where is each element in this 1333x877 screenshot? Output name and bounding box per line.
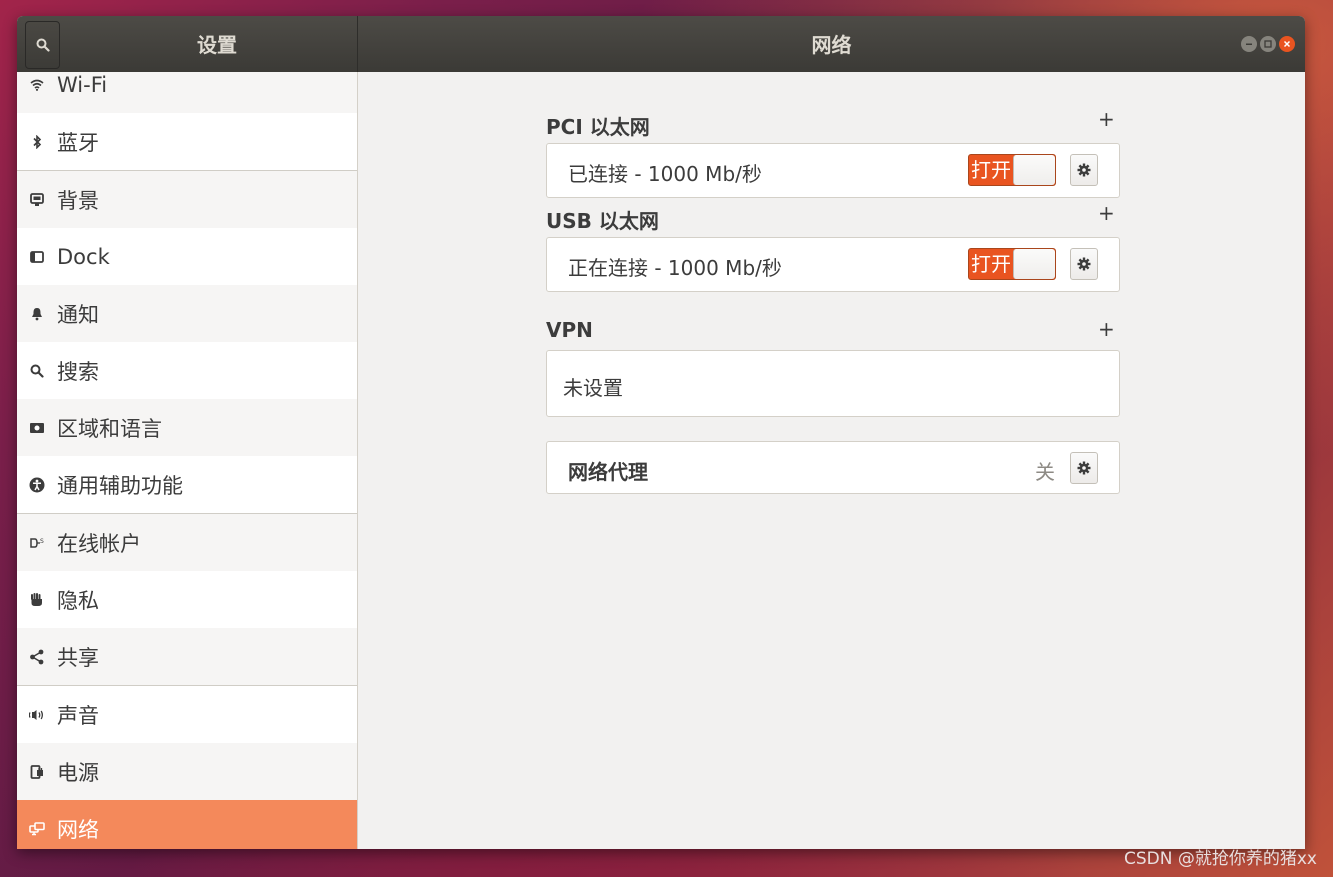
sidebar-item-label: Dock xyxy=(57,244,110,269)
gear-icon xyxy=(1077,257,1091,271)
sidebar-item-label: 搜索 xyxy=(57,359,99,384)
accessibility-icon xyxy=(17,477,57,493)
sidebar: Wi-Fi 蓝牙 背景 Dock 通知 搜索 区域和语言 通用辅助功能 S 在线… xyxy=(17,72,358,849)
pci-settings-button[interactable] xyxy=(1070,154,1098,186)
switch-on-label: 打开 xyxy=(971,252,1011,276)
add-pci-connection-button[interactable]: + xyxy=(1098,109,1115,129)
sidebar-item-background[interactable]: 背景 xyxy=(17,171,357,228)
gear-icon xyxy=(1077,163,1091,177)
sidebar-item-search[interactable]: 搜索 xyxy=(17,342,357,399)
sidebar-item-label: 共享 xyxy=(57,645,99,670)
switch-knob xyxy=(1013,249,1055,279)
title-bar-left: 设置 xyxy=(17,16,358,72)
vpn-title: VPN xyxy=(546,318,593,342)
sidebar-item-label: 蓝牙 xyxy=(57,130,99,155)
network-icon xyxy=(17,821,57,836)
sidebar-item-label: Wi-Fi xyxy=(57,72,108,97)
sidebar-item-power[interactable]: 电源 xyxy=(17,743,357,800)
close-button[interactable] xyxy=(1279,36,1295,52)
settings-window: 设置 网络 Wi-Fi 蓝牙 背景 Dock 通知 搜索 区域和语言 通用辅助功… xyxy=(17,16,1305,849)
sidebar-item-sharing[interactable]: 共享 xyxy=(17,628,357,685)
sidebar-item-label: 声音 xyxy=(57,703,99,728)
region-language-icon xyxy=(17,422,57,434)
pci-ethernet-title: PCI 以太网 xyxy=(546,115,650,139)
sidebar-item-online-accounts[interactable]: S 在线帐户 xyxy=(17,514,357,571)
privacy-hand-icon xyxy=(17,592,57,607)
sidebar-item-network[interactable]: 网络 xyxy=(17,800,357,849)
usb-settings-button[interactable] xyxy=(1070,248,1098,280)
minimize-button[interactable] xyxy=(1241,36,1257,52)
watermark: CSDN @就抢你养的猪xx xyxy=(1124,849,1317,869)
online-accounts-icon: S xyxy=(17,536,57,550)
window-controls xyxy=(1241,36,1295,52)
sidebar-item-label: 隐私 xyxy=(57,588,99,613)
pci-ethernet-card: 已连接 - 1000 Mb/秒 打开 xyxy=(546,143,1120,198)
network-proxy-row[interactable]: 网络代理 关 xyxy=(546,441,1120,494)
sidebar-item-label: 通知 xyxy=(57,302,99,327)
bluetooth-icon xyxy=(17,134,57,149)
network-proxy-label: 网络代理 xyxy=(568,460,648,484)
sidebar-item-label: 区域和语言 xyxy=(57,416,162,441)
power-icon xyxy=(17,764,57,780)
sidebar-item-sound[interactable]: 声音 xyxy=(17,686,357,743)
sidebar-item-label: 在线帐户 xyxy=(57,531,141,556)
sidebar-item-label: 背景 xyxy=(57,188,99,213)
usb-ethernet-switch[interactable]: 打开 xyxy=(968,248,1056,280)
dock-icon xyxy=(17,250,57,264)
add-usb-connection-button[interactable]: + xyxy=(1098,203,1115,223)
title-bar-right: 网络 xyxy=(358,16,1305,72)
gear-icon xyxy=(1077,461,1091,475)
sidebar-item-label: 通用辅助功能 xyxy=(57,473,183,498)
sidebar-item-dock[interactable]: Dock xyxy=(17,228,357,285)
usb-ethernet-card: 正在连接 - 1000 Mb/秒 打开 xyxy=(546,237,1120,292)
maximize-button[interactable] xyxy=(1260,36,1276,52)
wifi-icon xyxy=(17,79,57,91)
close-icon xyxy=(1283,40,1291,48)
add-vpn-button[interactable]: + xyxy=(1098,319,1115,339)
title-bar: 设置 网络 xyxy=(17,16,1305,72)
search-icon xyxy=(36,38,50,52)
sidebar-item-bluetooth[interactable]: 蓝牙 xyxy=(17,113,357,170)
vpn-status: 未设置 xyxy=(563,376,623,400)
switch-knob xyxy=(1013,155,1055,185)
pci-connection-status: 已连接 - 1000 Mb/秒 xyxy=(568,162,762,186)
switch-on-label: 打开 xyxy=(971,158,1011,182)
network-panel: PCI 以太网 + 已连接 - 1000 Mb/秒 打开 USB 以太网 + 正… xyxy=(358,72,1305,849)
settings-title: 设置 xyxy=(197,33,237,57)
pci-ethernet-switch[interactable]: 打开 xyxy=(968,154,1056,186)
sidebar-item-notifications[interactable]: 通知 xyxy=(17,285,357,342)
search-button[interactable] xyxy=(25,21,60,69)
share-icon xyxy=(17,649,57,665)
sidebar-item-label: 网络 xyxy=(57,817,99,842)
sidebar-item-accessibility[interactable]: 通用辅助功能 xyxy=(17,456,357,513)
maximize-icon xyxy=(1264,40,1272,48)
speaker-icon xyxy=(17,709,57,721)
minimize-icon xyxy=(1246,43,1252,45)
sidebar-item-region-language[interactable]: 区域和语言 xyxy=(17,399,357,456)
network-proxy-value: 关 xyxy=(1035,460,1055,484)
proxy-settings-button[interactable] xyxy=(1070,452,1098,484)
vpn-card: 未设置 xyxy=(546,350,1120,417)
usb-connection-status: 正在连接 - 1000 Mb/秒 xyxy=(568,256,782,280)
page-title: 网络 xyxy=(811,33,852,57)
search-icon xyxy=(17,364,57,378)
svg-text:S: S xyxy=(40,538,44,545)
sidebar-item-label: 电源 xyxy=(57,760,99,785)
bell-icon xyxy=(17,307,57,321)
sidebar-item-privacy[interactable]: 隐私 xyxy=(17,571,357,628)
background-icon xyxy=(17,192,57,207)
usb-ethernet-title: USB 以太网 xyxy=(546,209,659,233)
sidebar-item-wifi[interactable]: Wi-Fi xyxy=(17,72,357,113)
